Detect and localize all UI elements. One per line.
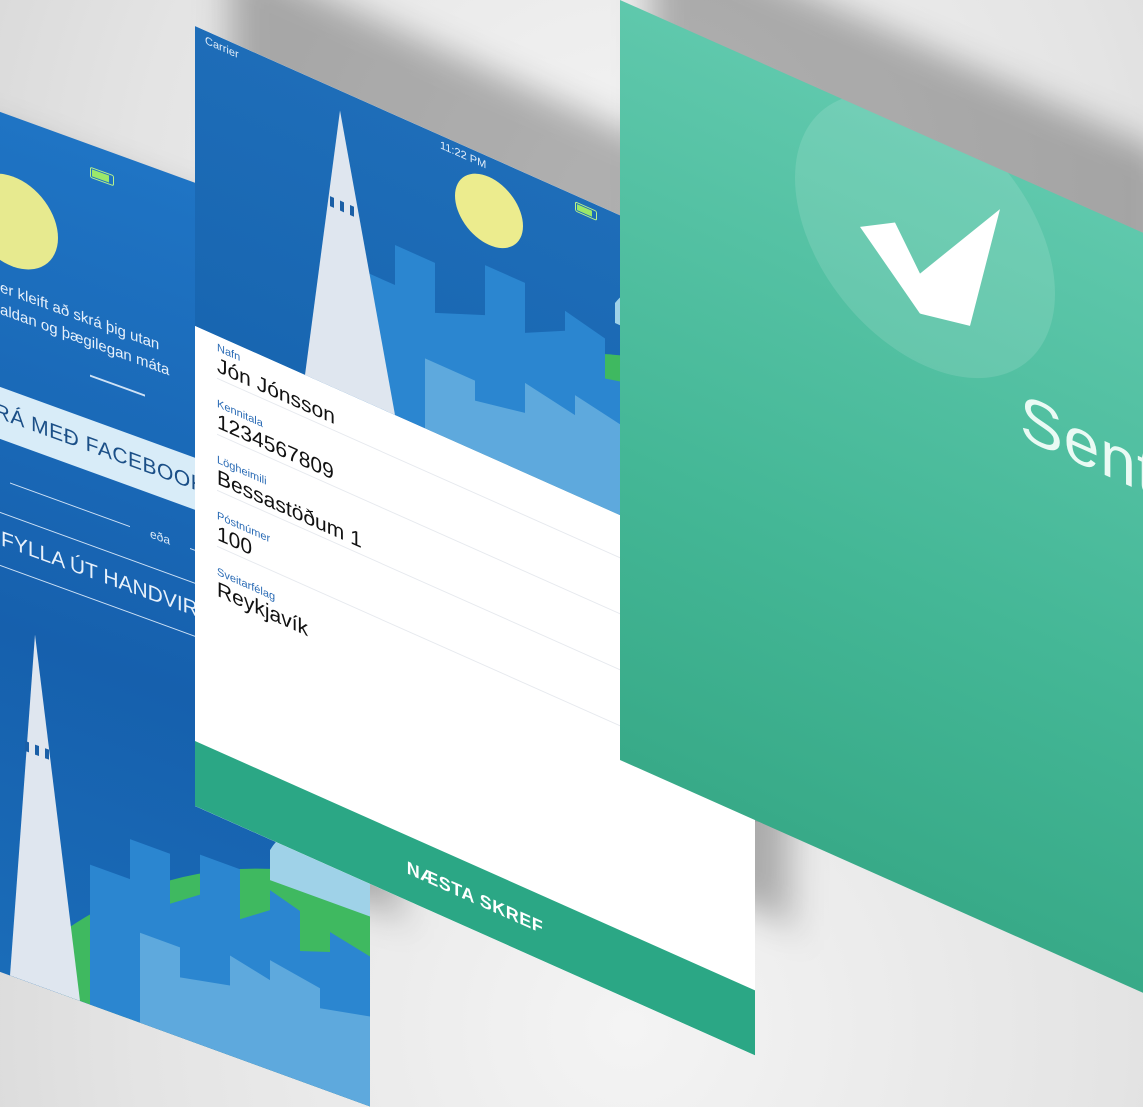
sun-illustration: [0, 160, 58, 283]
battery-icon: [90, 166, 114, 187]
divider: [90, 374, 145, 397]
or-label: eða: [150, 526, 171, 548]
church-tower: [10, 634, 80, 1001]
church-tower: [305, 110, 395, 416]
or-line-left: [10, 482, 130, 528]
sent-label: Sent: [1020, 379, 1143, 512]
